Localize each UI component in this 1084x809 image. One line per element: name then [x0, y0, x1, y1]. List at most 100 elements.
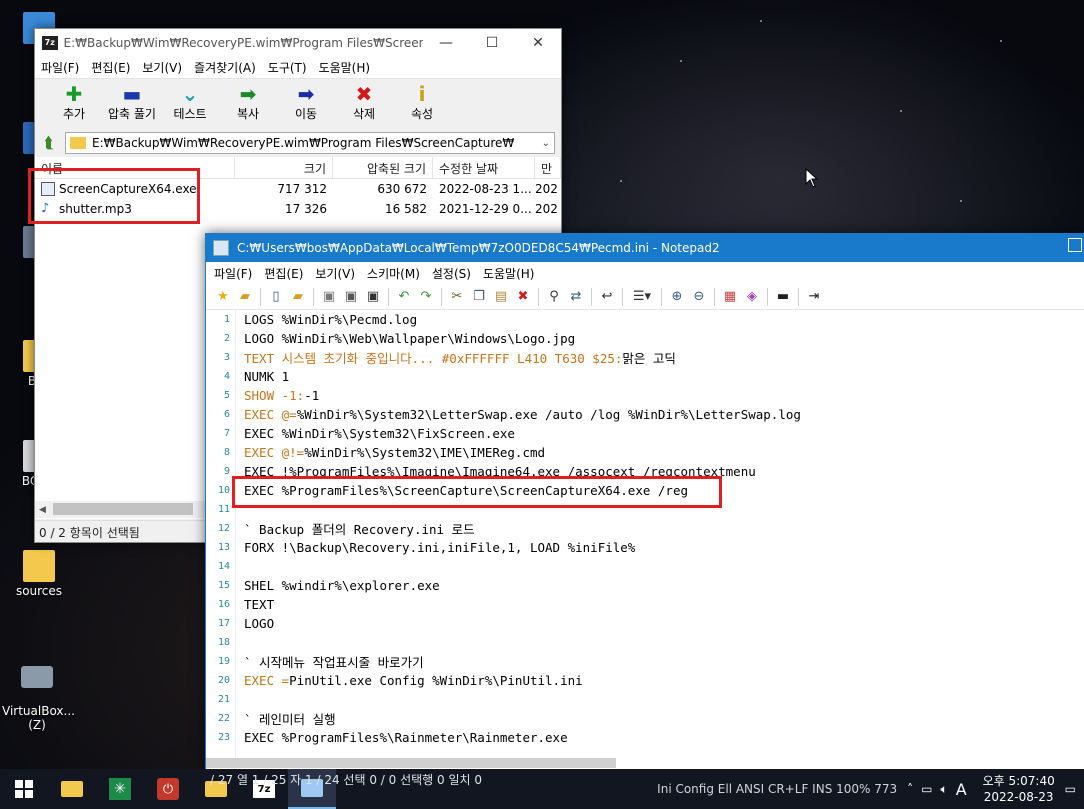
- desktop-icon-sources[interactable]: sources: [4, 550, 74, 598]
- delete-button[interactable]: ✖ 삭제: [335, 79, 393, 129]
- chevron-up-icon[interactable]: ˄: [907, 782, 913, 796]
- menu-view[interactable]: 보기(V): [309, 265, 361, 282]
- address-field[interactable]: E:₩Backup₩Wim₩RecoveryPE.wim₩Program Fil…: [65, 132, 555, 154]
- copy-button[interactable]: ➡ 복사: [219, 79, 277, 129]
- open-file-icon[interactable]: ▰: [287, 287, 309, 307]
- minimize-button[interactable]: —: [423, 29, 469, 57]
- code-line[interactable]: 15 SHEL %windir%\explorer.exe: [206, 576, 1084, 595]
- code-line[interactable]: 23 EXEC %ProgramFiles%\Rainmeter\Rainmete…: [206, 728, 1084, 747]
- scheme-icon[interactable]: ▦: [719, 287, 741, 307]
- test-button[interactable]: ⌄ 테스트: [161, 79, 219, 129]
- up-folder-icon[interactable]: ⮬: [39, 133, 59, 153]
- power-icon: ⏻: [157, 778, 179, 800]
- favorites-star-icon[interactable]: ★: [212, 287, 234, 307]
- replace-icon[interactable]: ⇄: [565, 287, 587, 307]
- code-line[interactable]: 3 TEXT 시스템 초기화 중입니다... #0xFFFFFF L410 T63…: [206, 348, 1084, 367]
- taskbar-file-explorer[interactable]: [48, 769, 96, 809]
- column-packed-size[interactable]: 압축된 크기: [333, 157, 433, 178]
- word-wrap-icon[interactable]: ↩: [596, 287, 618, 307]
- menu-file[interactable]: 파일(F): [208, 265, 258, 282]
- code-line[interactable]: 22 ` 레인미터 실행: [206, 709, 1084, 728]
- delete-icon[interactable]: ✖: [512, 287, 534, 307]
- save-copy-icon[interactable]: ▣: [362, 287, 384, 307]
- column-modified[interactable]: 수정한 날짜: [433, 157, 535, 178]
- taskbar-power[interactable]: ⏻: [144, 769, 192, 809]
- menu-file[interactable]: 파일(F): [35, 59, 85, 76]
- open-folder-icon[interactable]: ▰: [234, 287, 256, 307]
- notepad2-titlebar[interactable]: C:₩Users₩bos₩AppData₩Local₩Temp₩7zO0DED8…: [206, 234, 1084, 262]
- chevron-down-icon[interactable]: ⌄: [542, 138, 550, 149]
- notification-icon[interactable]: ▭: [1065, 782, 1076, 796]
- scrollbar-thumb[interactable]: [53, 503, 193, 515]
- menu-help[interactable]: 도움말(H): [477, 265, 541, 282]
- list-icon[interactable]: ☰▾: [627, 287, 657, 307]
- scheme-config-icon[interactable]: ◈: [741, 287, 763, 307]
- code-line[interactable]: 5 SHOW -1:-1: [206, 386, 1084, 405]
- move-button[interactable]: ➡ 이동: [277, 79, 335, 129]
- save-icon[interactable]: ▣: [318, 287, 340, 307]
- menu-edit[interactable]: 편집(E): [85, 59, 136, 76]
- code-line[interactable]: 18: [206, 633, 1084, 652]
- code-line[interactable]: 12 ` Backup 폴더의 Recovery.ini 로드: [206, 519, 1084, 538]
- taskbar-network-tool[interactable]: ✳: [96, 769, 144, 809]
- paste-icon[interactable]: ▤: [490, 287, 512, 307]
- code-text: ` 시작메뉴 작업표시줄 바로가기: [244, 655, 424, 670]
- close-button[interactable]: ✕: [515, 29, 561, 57]
- line-number: 17: [217, 618, 230, 629]
- menu-edit[interactable]: 편집(E): [258, 265, 309, 282]
- menu-scheme[interactable]: 스키마(M): [361, 265, 426, 282]
- menu-help[interactable]: 도움말(H): [313, 59, 377, 76]
- new-file-icon[interactable]: ▯: [265, 287, 287, 307]
- network-tool-icon: ✳: [109, 778, 131, 800]
- cut-icon[interactable]: ✂: [446, 287, 468, 307]
- 7zip-titlebar[interactable]: 7z E:₩Backup₩Wim₩RecoveryPE.wim₩Program …: [35, 29, 561, 57]
- extract-button[interactable]: ▬ 압축 풀기: [103, 79, 161, 129]
- horizontal-scrollbar[interactable]: [206, 758, 616, 768]
- undo-icon[interactable]: ↶: [393, 287, 415, 307]
- window-title: C:₩Users₩bos₩AppData₩Local₩Temp₩7zO0DED8…: [237, 241, 720, 255]
- menu-view[interactable]: 보기(V): [136, 59, 188, 76]
- highlight-box: [28, 168, 200, 224]
- code-line[interactable]: 17 LOGO: [206, 614, 1084, 633]
- code-text: LOGS %WinDir%\Pecmd.log: [244, 312, 418, 327]
- scroll-left-icon[interactable]: ◀: [39, 505, 46, 515]
- exit-icon[interactable]: ⇥: [803, 287, 825, 307]
- clock[interactable]: 오후 5:07:40 2022-08-23: [979, 773, 1059, 805]
- menu-settings[interactable]: 설정(S): [426, 265, 477, 282]
- toolbar-label: 테스트: [173, 107, 207, 121]
- start-button[interactable]: [0, 769, 48, 809]
- volume-icon[interactable]: 🔈︎: [941, 782, 948, 797]
- column-created[interactable]: 만득: [535, 157, 561, 178]
- code-line[interactable]: 20 EXEC =PinUtil.exe Config %WinDir%\PinU…: [206, 671, 1084, 690]
- maximize-button[interactable]: ☐: [469, 29, 515, 57]
- ime-indicator[interactable]: A: [956, 780, 967, 799]
- code-line[interactable]: 2 LOGO %WinDir%\Web\Wallpaper\Windows\Log…: [206, 329, 1084, 348]
- zoom-in-icon[interactable]: ⊕: [666, 287, 688, 307]
- column-size[interactable]: 크기: [235, 157, 333, 178]
- code-line[interactable]: 14: [206, 557, 1084, 576]
- code-line[interactable]: 8 EXEC @!=%WinDir%\System32\IME\IMEReg.cm…: [206, 443, 1084, 462]
- redo-icon[interactable]: ↷: [415, 287, 437, 307]
- code-line[interactable]: 6 EXEC @=%WinDir%\System32\LetterSwap.exe…: [206, 405, 1084, 424]
- code-line[interactable]: 1 LOGS %WinDir%\Pecmd.log: [206, 310, 1084, 329]
- save-as-icon[interactable]: ▣: [340, 287, 362, 307]
- add-button[interactable]: ✚ 추가: [45, 79, 103, 129]
- desktop-icon-virtualbox[interactable]: VirtualBox... (Z): [2, 652, 75, 732]
- line-number: 2: [223, 333, 230, 344]
- code-line[interactable]: 13 FORX !\Backup\Recovery.ini,iniFile,1, …: [206, 538, 1084, 557]
- find-icon[interactable]: ⚲: [543, 287, 565, 307]
- code-line[interactable]: 16 TEXT: [206, 595, 1084, 614]
- menu-favorites[interactable]: 즐겨찾기(A): [188, 59, 262, 76]
- code-line[interactable]: 21: [206, 690, 1084, 709]
- code-line[interactable]: 7 EXEC %WinDir%\System32\FixScreen.exe: [206, 424, 1084, 443]
- menu-tools[interactable]: 도구(T): [262, 59, 313, 76]
- info-button[interactable]: i 속성: [393, 79, 451, 129]
- code-line[interactable]: 19 ` 시작메뉴 작업표시줄 바로가기: [206, 652, 1084, 671]
- console-icon[interactable]: ▬: [772, 287, 794, 307]
- code-editor[interactable]: 1 LOGS %WinDir%\Pecmd.log 2 LOGO %WinDir%\…: [206, 310, 1084, 758]
- copy-icon[interactable]: ❐: [468, 287, 490, 307]
- zoom-out-icon[interactable]: ⊖: [688, 287, 710, 307]
- code-line[interactable]: 4 NUMK 1: [206, 367, 1084, 386]
- network-tray-icon[interactable]: ▭: [921, 782, 932, 796]
- maximize-button[interactable]: [1068, 238, 1082, 252]
